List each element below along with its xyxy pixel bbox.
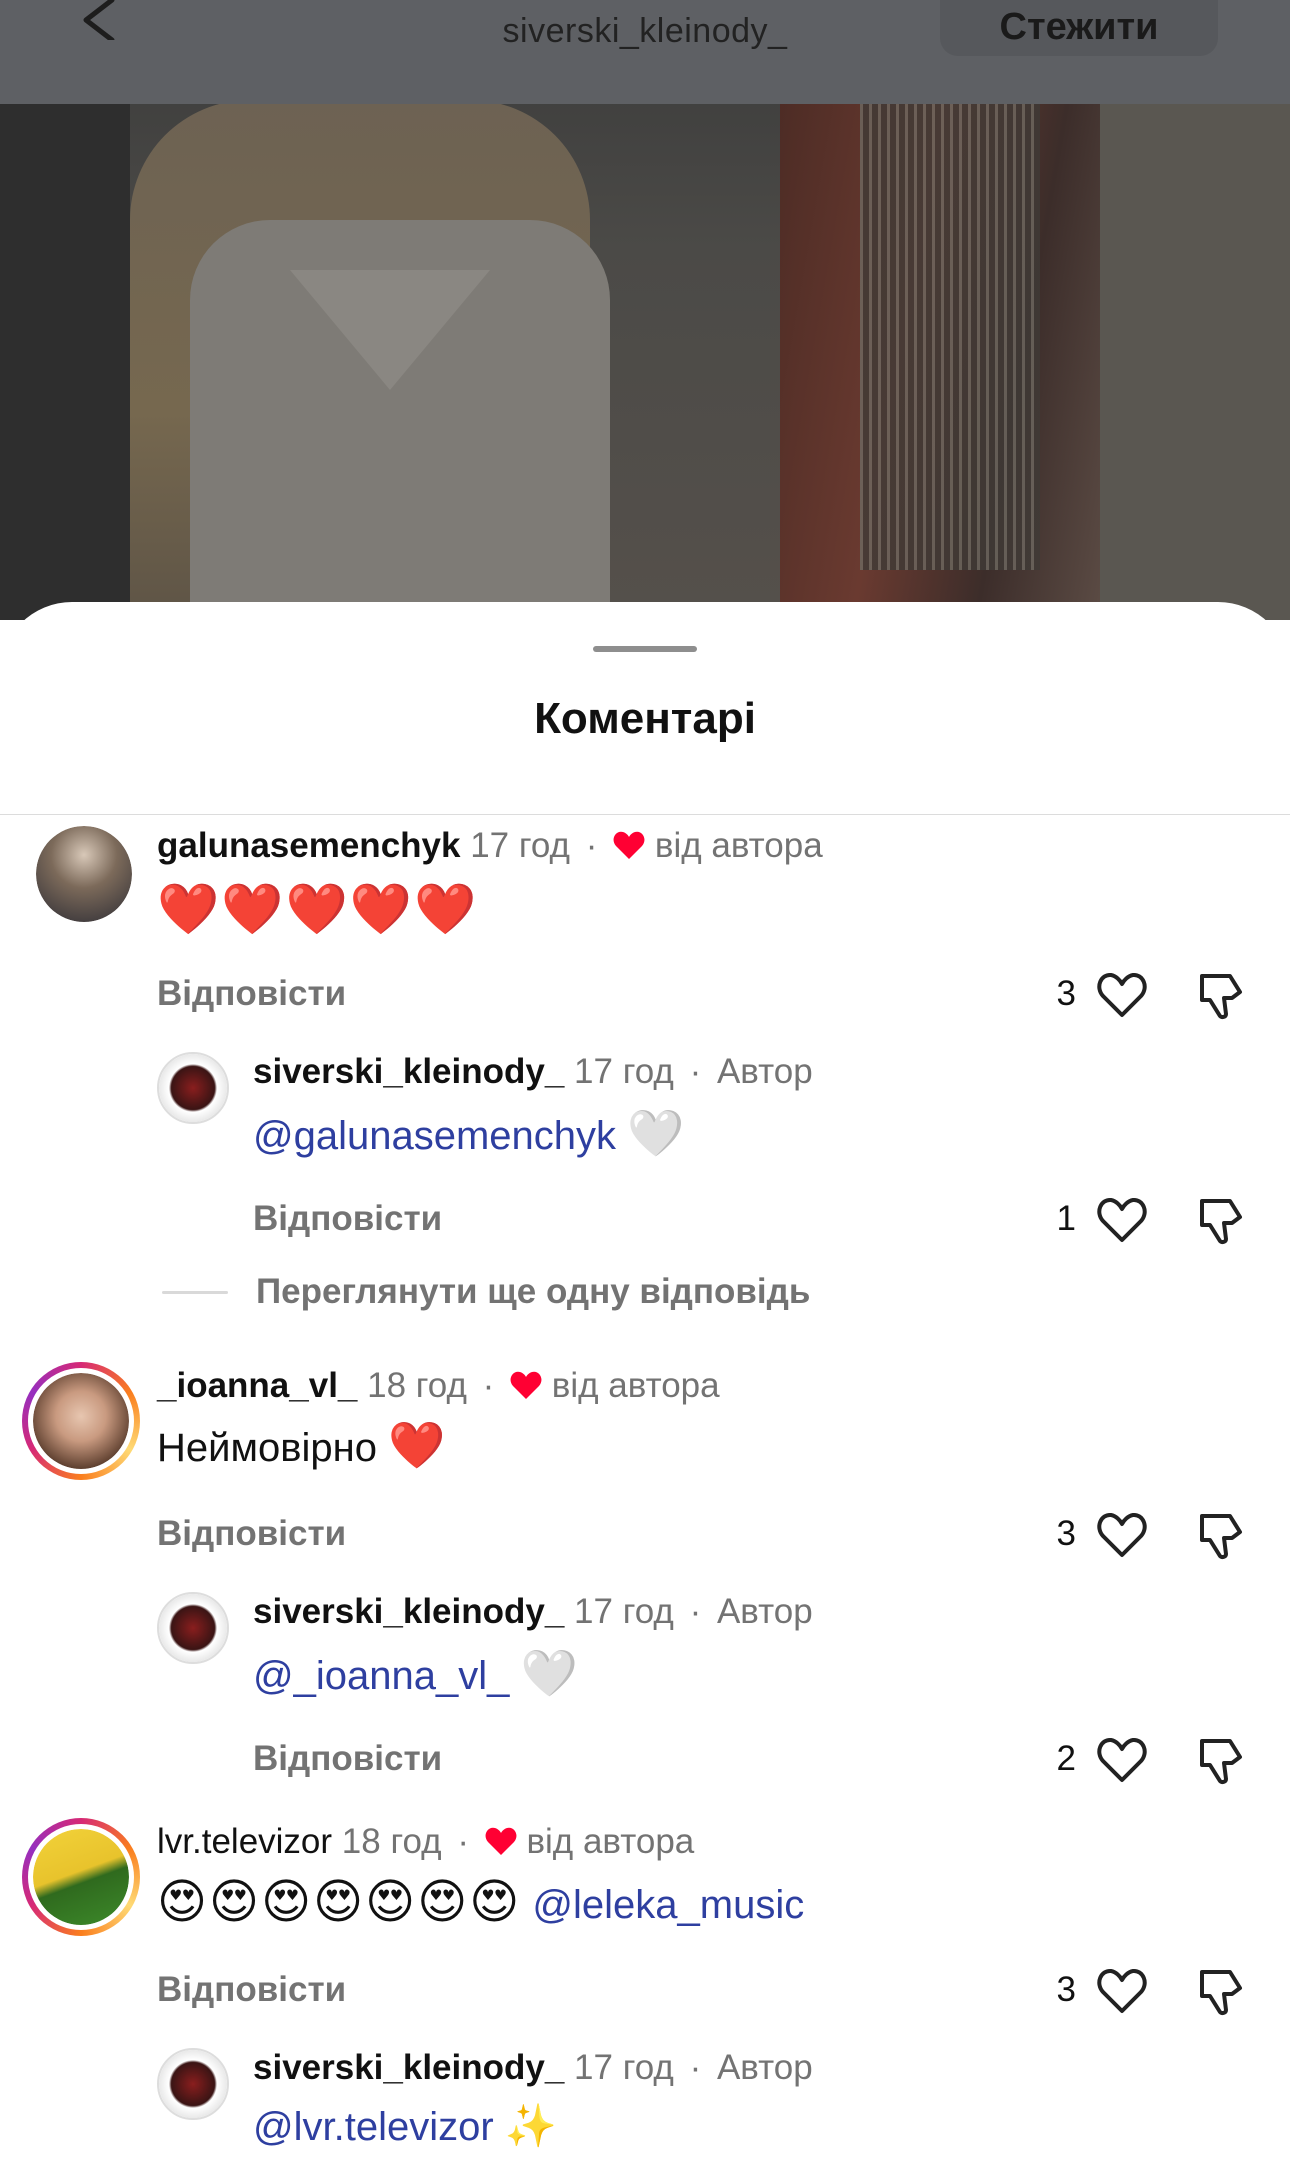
follow-button-label: Стежити [999,6,1159,48]
reply-emoji: ✨ [504,2102,558,2149]
reply-username[interactable]: siverski_kleinody_ [253,2048,564,2087]
avatar[interactable] [157,2048,229,2120]
dislike-icon[interactable] [1196,1966,1244,2016]
avatar[interactable] [157,1052,229,1124]
like-count: 3 [1056,1970,1076,2009]
reply-button[interactable]: Відповісти [253,1199,442,1239]
author-liked-label: від автора [654,826,823,865]
comment-text: Неймовірно ❤️ [157,1418,445,1473]
heart-icon[interactable] [1096,1736,1148,1784]
author-badge: Автор [716,2048,813,2087]
reply-emoji: 🤍 [520,1647,578,1699]
reply-time: 17 год [574,2048,674,2087]
dislike-icon[interactable] [1196,1510,1244,1560]
avatar[interactable] [157,1592,229,1664]
comment-time: 17 год [470,826,570,865]
reply-button[interactable]: Відповісти [253,1739,442,1779]
author-liked-label: від автора [551,1366,720,1405]
comment-emojis: 😍😍😍😍😍😍😍 [157,1876,522,1929]
author-liked-label: від автора [526,1822,695,1861]
sheet-grabber[interactable] [593,646,697,652]
comment-meta: _ioanna_vl_ 18 год · від автора [157,1366,720,1405]
avatar[interactable] [36,826,132,922]
sheet-title: Коментарі [534,694,756,743]
follow-button[interactable]: Стежити [940,0,1218,56]
like-count: 1 [1056,1199,1076,1238]
comment-username[interactable]: lvr.televizor [157,1822,332,1861]
red-heart-icon [485,1827,517,1855]
comment-meta: lvr.televizor 18 год · від автора [157,1822,695,1861]
heart-icon[interactable] [1096,1967,1148,2015]
dislike-icon[interactable] [1196,1195,1244,1245]
comment-username[interactable]: _ioanna_vl_ [157,1366,357,1405]
comment-time: 18 год [367,1366,467,1405]
reply-time: 17 год [574,1592,674,1631]
mention-link[interactable]: @lvr.televizor [253,2105,494,2149]
dislike-icon[interactable] [1196,970,1244,1020]
reply-text: @galunasemenchyk 🤍 [253,1106,684,1161]
red-heart-icon [510,1371,542,1399]
reply-username[interactable]: siverski_kleinody_ [253,1592,564,1631]
comment-text: ❤️❤️❤️❤️❤️ [157,881,479,937]
like-count: 3 [1056,1514,1076,1553]
like-count: 3 [1056,974,1076,1013]
reply-username[interactable]: siverski_kleinody_ [253,1052,564,1091]
mention-link[interactable]: @_ioanna_vl_ [253,1654,509,1698]
reply-button[interactable]: Відповісти [157,1514,346,1554]
top-bar: siverski_kleinody_ Стежити [0,0,1290,104]
reply-meta: siverski_kleinody_ 17 год · Автор [253,2048,813,2087]
video-background: siverski_kleinody_ Стежити [0,0,1290,620]
view-more-line [162,1291,228,1294]
comment-meta: galunasemenchyk 17 год · від автора [157,826,823,865]
reply-time: 17 год [574,1052,674,1091]
reply-meta: siverski_kleinody_ 17 год · Автор [253,1592,813,1631]
comment-time: 18 год [341,1822,442,1861]
comments-sheet: Коментарі galunasemenchyk 17 год · від а… [0,602,1290,2164]
avatar[interactable] [33,1829,129,1925]
mention-link[interactable]: @galunasemenchyk [253,1114,616,1158]
comment-username[interactable]: galunasemenchyk [157,826,460,865]
reply-button[interactable]: Відповісти [157,1970,346,2010]
divider [0,814,1290,815]
reply-button[interactable]: Відповісти [157,974,346,1014]
comment-body: Неймовірно [157,1426,377,1470]
reply-text: @_ioanna_vl_ 🤍 [253,1646,578,1701]
red-heart-icon [613,831,645,859]
author-badge: Автор [716,1052,813,1091]
reply-text: @lvr.televizor ✨ [253,2102,557,2151]
author-badge: Автор [716,1592,813,1631]
avatar[interactable] [33,1373,129,1469]
like-count: 2 [1056,1739,1076,1778]
mention-link[interactable]: @leleka_music [532,1883,804,1927]
video-frame [0,100,1290,620]
view-more-replies[interactable]: Переглянути ще одну відповідь [256,1272,810,1312]
comment-text: 😍😍😍😍😍😍😍 @leleka_music [157,1874,804,1930]
heart-icon[interactable] [1096,1511,1148,1559]
heart-icon[interactable] [1096,1196,1148,1244]
reply-emoji: 🤍 [627,1107,685,1159]
comment-emoji: ❤️ [388,1419,446,1471]
dislike-icon[interactable] [1196,1735,1244,1785]
heart-icon[interactable] [1096,971,1148,1019]
reply-meta: siverski_kleinody_ 17 год · Автор [253,1052,813,1091]
